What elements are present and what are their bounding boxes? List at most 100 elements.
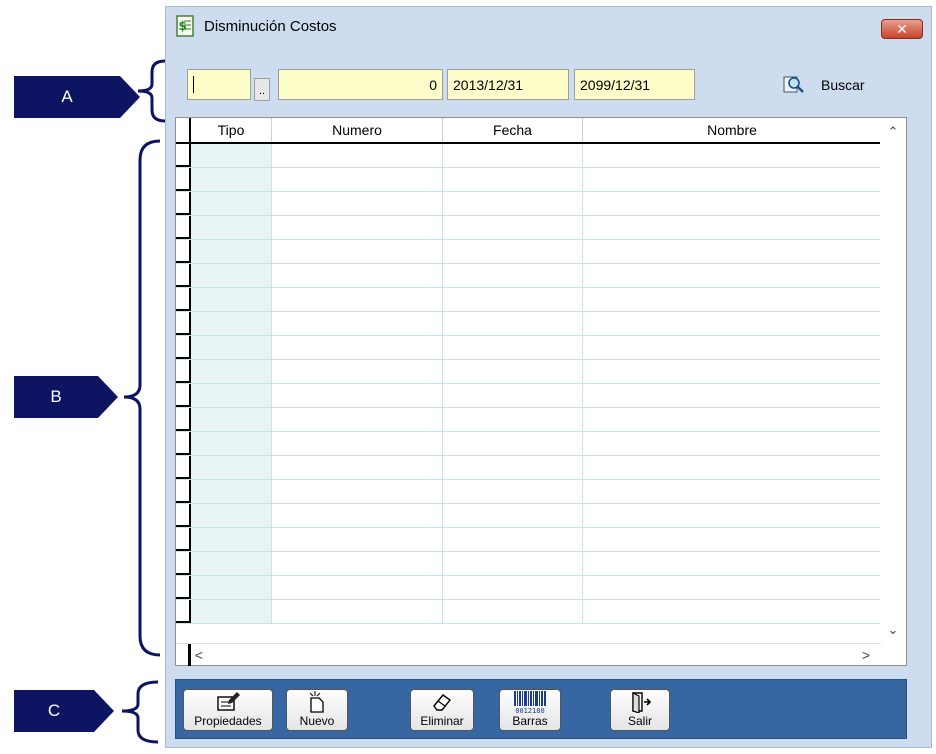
cell-fecha[interactable] <box>443 600 583 623</box>
cell-tipo[interactable] <box>191 480 272 503</box>
cell-numero[interactable] <box>272 168 443 191</box>
cell-nombre[interactable] <box>583 528 881 551</box>
table-row[interactable] <box>176 600 881 624</box>
cell-numero[interactable] <box>272 336 443 359</box>
cell-fecha[interactable] <box>443 432 583 455</box>
table-row[interactable] <box>176 576 881 600</box>
cell-tipo[interactable] <box>191 432 272 455</box>
table-row[interactable] <box>176 432 881 456</box>
code-input[interactable] <box>187 69 251 100</box>
cell-numero[interactable] <box>272 360 443 383</box>
cell-numero[interactable] <box>272 480 443 503</box>
table-row[interactable] <box>176 528 881 552</box>
table-row[interactable] <box>176 360 881 384</box>
grid-body[interactable] <box>176 144 881 644</box>
cell-nombre[interactable] <box>583 480 881 503</box>
cell-numero[interactable] <box>272 384 443 407</box>
cell-nombre[interactable] <box>583 312 881 335</box>
cell-tipo[interactable] <box>191 408 272 431</box>
cell-nombre[interactable] <box>583 408 881 431</box>
cell-fecha[interactable] <box>443 384 583 407</box>
cell-fecha[interactable] <box>443 240 583 263</box>
cell-nombre[interactable] <box>583 600 881 623</box>
cell-fecha[interactable] <box>443 264 583 287</box>
cell-nombre[interactable] <box>583 216 881 239</box>
table-row[interactable] <box>176 288 881 312</box>
table-row[interactable] <box>176 408 881 432</box>
cell-numero[interactable] <box>272 216 443 239</box>
cell-numero[interactable] <box>272 600 443 623</box>
table-row[interactable] <box>176 168 881 192</box>
scroll-up-arrow[interactable]: ⌃ <box>880 122 906 142</box>
cell-numero[interactable] <box>272 312 443 335</box>
cell-fecha[interactable] <box>443 576 583 599</box>
date-from-input[interactable]: 2013/12/31 <box>447 69 569 100</box>
table-row[interactable] <box>176 216 881 240</box>
scroll-down-arrow[interactable]: ⌄ <box>880 620 906 640</box>
cell-tipo[interactable] <box>191 144 272 167</box>
cell-tipo[interactable] <box>191 576 272 599</box>
cell-tipo[interactable] <box>191 264 272 287</box>
cell-fecha[interactable] <box>443 192 583 215</box>
cell-fecha[interactable] <box>443 312 583 335</box>
cell-tipo[interactable] <box>191 240 272 263</box>
table-row[interactable] <box>176 480 881 504</box>
table-row[interactable] <box>176 552 881 576</box>
column-header-nombre[interactable]: Nombre <box>583 118 881 142</box>
new-button[interactable]: Nuevo <box>286 689 348 731</box>
cell-tipo[interactable] <box>191 360 272 383</box>
table-row[interactable] <box>176 192 881 216</box>
cell-fecha[interactable] <box>443 216 583 239</box>
cell-tipo[interactable] <box>191 288 272 311</box>
cell-fecha[interactable] <box>443 144 583 167</box>
cell-nombre[interactable] <box>583 264 881 287</box>
exit-button[interactable]: Salir <box>610 689 670 731</box>
cell-nombre[interactable] <box>583 576 881 599</box>
cell-fecha[interactable] <box>443 528 583 551</box>
vertical-scrollbar[interactable]: ⌃ ⌄ <box>880 118 906 644</box>
cell-numero[interactable] <box>272 576 443 599</box>
table-row[interactable] <box>176 264 881 288</box>
cell-nombre[interactable] <box>583 168 881 191</box>
date-to-input[interactable]: 2099/12/31 <box>574 69 695 100</box>
cell-fecha[interactable] <box>443 288 583 311</box>
cell-fecha[interactable] <box>443 168 583 191</box>
cell-nombre[interactable] <box>583 336 881 359</box>
cell-nombre[interactable] <box>583 432 881 455</box>
properties-button[interactable]: Propiedades <box>183 689 273 731</box>
cell-tipo[interactable] <box>191 312 272 335</box>
cell-fecha[interactable] <box>443 408 583 431</box>
cell-nombre[interactable] <box>583 288 881 311</box>
cell-nombre[interactable] <box>583 456 881 479</box>
cell-nombre[interactable] <box>583 360 881 383</box>
column-header-fecha[interactable]: Fecha <box>443 118 583 142</box>
table-row[interactable] <box>176 312 881 336</box>
table-row[interactable] <box>176 144 881 168</box>
cell-fecha[interactable] <box>443 456 583 479</box>
cell-fecha[interactable] <box>443 360 583 383</box>
cell-fecha[interactable] <box>443 504 583 527</box>
table-row[interactable] <box>176 240 881 264</box>
cell-fecha[interactable] <box>443 480 583 503</box>
close-button[interactable]: ✕ <box>881 19 923 39</box>
table-row[interactable] <box>176 336 881 360</box>
table-row[interactable] <box>176 456 881 480</box>
search-button[interactable]: Buscar <box>783 73 865 97</box>
table-row[interactable] <box>176 384 881 408</box>
column-header-numero[interactable]: Numero <box>272 118 443 142</box>
cell-tipo[interactable] <box>191 336 272 359</box>
cell-numero[interactable] <box>272 264 443 287</box>
cell-tipo[interactable] <box>191 384 272 407</box>
cell-tipo[interactable] <box>191 456 272 479</box>
cell-numero[interactable] <box>272 240 443 263</box>
cell-tipo[interactable] <box>191 552 272 575</box>
cell-numero[interactable] <box>272 504 443 527</box>
cell-nombre[interactable] <box>583 384 881 407</box>
column-header-tipo[interactable]: Tipo <box>191 118 272 142</box>
cell-numero[interactable] <box>272 456 443 479</box>
delete-button[interactable]: Eliminar <box>410 689 474 731</box>
scroll-left-arrow[interactable]: < <box>190 645 208 665</box>
cell-nombre[interactable] <box>583 552 881 575</box>
cell-numero[interactable] <box>272 528 443 551</box>
table-row[interactable] <box>176 504 881 528</box>
